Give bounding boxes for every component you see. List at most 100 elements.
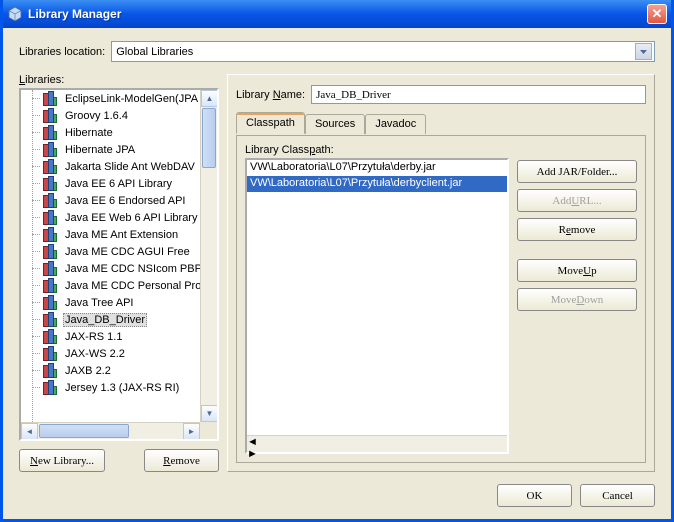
remove-library-button[interactable]: Remove — [144, 449, 219, 472]
library-item[interactable]: Java Tree API — [21, 294, 200, 311]
library-item[interactable]: Jakarta Slide Ant WebDAV — [21, 158, 200, 175]
library-icon — [43, 143, 59, 157]
library-item-label: Java EE 6 API Library — [63, 178, 174, 190]
library-icon — [43, 245, 59, 259]
library-icon — [43, 160, 59, 174]
library-item-label: Hibernate — [63, 127, 115, 139]
library-icon — [43, 194, 59, 208]
library-item[interactable]: Jersey 1.3 (JAX-RS RI) — [21, 379, 200, 396]
scroll-up-button[interactable]: ▲ — [201, 90, 218, 107]
move-down-button: Move Down — [517, 288, 637, 311]
library-item-label: Java Tree API — [63, 297, 135, 309]
library-item[interactable]: Hibernate JPA — [21, 141, 200, 158]
library-item[interactable]: Java ME Ant Extension — [21, 226, 200, 243]
horizontal-scrollbar[interactable]: ◄ ► — [21, 422, 200, 439]
library-item-label: Hibernate JPA — [63, 144, 137, 156]
classpath-item[interactable]: VW\Laboratoria\L07\Przytuła\derbyclient.… — [247, 176, 507, 192]
ok-button[interactable]: OK — [497, 484, 572, 507]
library-item[interactable]: JAX-WS 2.2 — [21, 345, 200, 362]
library-item[interactable]: JAX-RS 1.1 — [21, 328, 200, 345]
library-icon — [43, 177, 59, 191]
library-icon — [43, 109, 59, 123]
library-item-label: Jersey 1.3 (JAX-RS RI) — [63, 382, 181, 394]
library-item-label: Java ME Ant Extension — [63, 229, 180, 241]
location-row: Libraries location: Global Libraries — [19, 41, 655, 62]
libraries-tree[interactable]: EclipseLink-ModelGen(JPA Groovy 1.6.4 Hibe… — [19, 88, 219, 441]
titlebar: Library Manager ✕ — [3, 0, 671, 28]
library-item[interactable]: EclipseLink-ModelGen(JPA — [21, 90, 200, 107]
dropdown-button[interactable] — [635, 43, 652, 60]
library-name-row: Library Name: — [236, 85, 646, 104]
library-item[interactable]: JAXB 2.2 — [21, 362, 200, 379]
library-icon — [43, 347, 59, 361]
classpath-buttons: Add JAR/Folder... Add URL... Remove Move… — [517, 144, 637, 454]
libraries-panel: Libraries: EclipseLink-ModelGen(JPAGroov… — [19, 74, 219, 472]
tab-javadoc[interactable]: Javadoc — [365, 114, 426, 134]
library-item[interactable]: Java ME CDC NSIcom PBP — [21, 260, 200, 277]
library-item-label: Jakarta Slide Ant WebDAV — [63, 161, 197, 173]
scrollbar-corner — [200, 422, 217, 439]
chevron-down-icon — [640, 50, 647, 54]
library-icon — [43, 211, 59, 225]
library-item-label: Java_DB_Driver — [63, 313, 147, 327]
app-icon — [7, 6, 23, 22]
main-columns: Libraries: EclipseLink-ModelGen(JPAGroov… — [19, 74, 655, 472]
location-select[interactable]: Global Libraries — [111, 41, 655, 62]
scroll-left-button[interactable]: ◄ — [21, 423, 38, 440]
tab-classpath[interactable]: Classpath — [236, 112, 305, 134]
library-item[interactable]: Java EE Web 6 API Library — [21, 209, 200, 226]
classpath-horizontal-scrollbar[interactable]: ◄ ► — [247, 435, 507, 452]
scroll-right-button[interactable]: ► — [183, 423, 200, 440]
scroll-left-button[interactable]: ◄ — [247, 436, 507, 448]
scroll-thumb[interactable] — [202, 108, 216, 168]
library-item-label: JAXB 2.2 — [63, 365, 113, 377]
library-item-label: Java ME CDC AGUI Free — [63, 246, 192, 258]
location-value: Global Libraries — [116, 46, 193, 58]
library-name-input[interactable] — [311, 85, 646, 104]
library-item[interactable]: Java ME CDC Personal Profile — [21, 277, 200, 294]
library-item-label: JAX-WS 2.2 — [63, 348, 127, 360]
classpath-item[interactable]: VW\Laboratoria\L07\Przytuła\derby.jar — [247, 160, 507, 176]
vertical-scrollbar[interactable]: ▲ ▼ — [200, 90, 217, 422]
tab-body: Library Classpath: VW\Laboratoria\L07\Pr… — [236, 135, 646, 463]
tabs: Classpath Sources Javadoc — [236, 114, 646, 136]
classpath-list[interactable]: VW\Laboratoria\L07\Przytuła\derby.jarVW\… — [245, 158, 509, 454]
library-icon — [43, 279, 59, 293]
library-icon — [43, 296, 59, 310]
library-item[interactable]: Java_DB_Driver — [21, 311, 200, 328]
library-item-label: Java ME CDC Personal Profile — [63, 280, 200, 292]
classpath-left: Library Classpath: VW\Laboratoria\L07\Pr… — [245, 144, 509, 454]
library-item-label: JAX-RS 1.1 — [63, 331, 124, 343]
library-item[interactable]: Hibernate — [21, 124, 200, 141]
add-jar-button[interactable]: Add JAR/Folder... — [517, 160, 637, 183]
library-item-label: Java EE 6 Endorsed API — [63, 195, 187, 207]
tab-sources[interactable]: Sources — [305, 114, 365, 134]
move-up-button[interactable]: Move Up — [517, 259, 637, 282]
library-icon — [43, 330, 59, 344]
library-icon — [43, 262, 59, 276]
window-title: Library Manager — [28, 7, 647, 21]
library-item[interactable]: Groovy 1.6.4 — [21, 107, 200, 124]
library-item-label: Groovy 1.6.4 — [63, 110, 130, 122]
library-buttons-row: New Library... Remove — [19, 449, 219, 472]
library-item[interactable]: Java ME CDC AGUI Free — [21, 243, 200, 260]
scroll-down-button[interactable]: ▼ — [201, 405, 218, 422]
library-icon — [43, 228, 59, 242]
library-icon — [43, 364, 59, 378]
library-icon — [43, 92, 59, 106]
location-label: Libraries location: — [19, 46, 105, 58]
library-icon — [43, 313, 59, 327]
scroll-thumb[interactable] — [39, 424, 129, 438]
library-item-label: Java ME CDC NSIcom PBP — [63, 263, 200, 275]
library-item[interactable]: Java EE 6 Endorsed API — [21, 192, 200, 209]
new-library-button[interactable]: New Library... — [19, 449, 105, 472]
cancel-button[interactable]: Cancel — [580, 484, 655, 507]
scroll-right-button[interactable]: ► — [247, 448, 507, 460]
library-item-label: EclipseLink-ModelGen(JPA — [63, 93, 200, 105]
close-button[interactable]: ✕ — [647, 4, 667, 24]
library-icon — [43, 381, 59, 395]
library-item[interactable]: Java EE 6 API Library — [21, 175, 200, 192]
library-item-label: Java EE Web 6 API Library — [63, 212, 199, 224]
library-icon — [43, 126, 59, 140]
remove-classpath-button[interactable]: Remove — [517, 218, 637, 241]
